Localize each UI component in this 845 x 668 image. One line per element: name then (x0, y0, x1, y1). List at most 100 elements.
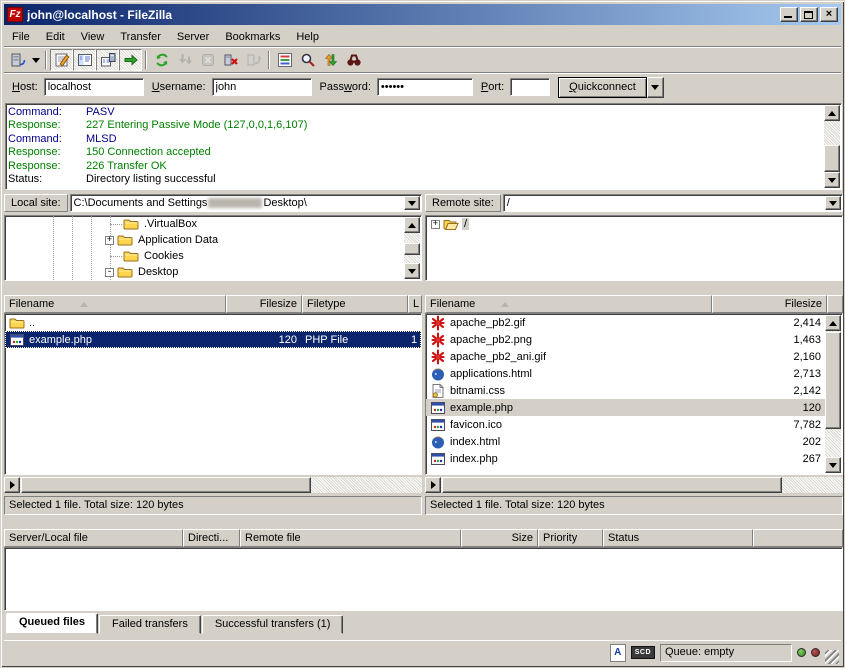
toggle-transfer-queue-button[interactable] (119, 49, 142, 71)
quickconnect-dropdown[interactable] (647, 77, 664, 98)
menu-help[interactable]: Help (288, 29, 327, 45)
file-row-example-php[interactable]: example.php 120 (426, 399, 825, 416)
tree-item-virtualbox[interactable]: .VirtualBox (5, 216, 421, 232)
disconnect-button[interactable] (219, 49, 242, 71)
collapse-icon[interactable]: - (105, 268, 114, 277)
tree-item-root[interactable]: + / (426, 216, 842, 232)
scroll-up-icon[interactable] (824, 105, 840, 121)
file-row-example-php[interactable]: example.php 120 PHP File 1 (5, 331, 421, 348)
queue-list-body[interactable] (4, 547, 843, 611)
toggle-message-log-button[interactable] (50, 49, 73, 71)
tab-successful-transfers[interactable]: Successful transfers (1) (202, 615, 344, 634)
quickconnect-bar: Host: Username: Password: Port: Quickcon… (4, 74, 841, 100)
file-row[interactable]: apache_pb2.gif 2,414 (426, 314, 825, 331)
menu-view[interactable]: View (73, 29, 113, 45)
quickconnect-button[interactable]: Quickconnect (558, 77, 647, 98)
column-header-filesize[interactable]: Filesize (712, 295, 827, 313)
column-header-filename[interactable]: Filename (425, 295, 712, 313)
local-site-combobox[interactable]: C:\Documents and SettingsDesktop\ (70, 194, 422, 212)
queue-column-direction[interactable]: Directi... (183, 529, 240, 547)
file-row[interactable]: apache_pb2_ani.gif 2,160 (426, 348, 825, 365)
scroll-right-icon[interactable] (4, 477, 20, 493)
file-row[interactable]: index.php 267 (426, 450, 825, 467)
local-path-prefix: C:\Documents and Settings (74, 197, 208, 209)
menu-server[interactable]: Server (169, 29, 217, 45)
host-input[interactable] (44, 78, 144, 96)
file-row[interactable]: apache_pb2.png 1,463 (426, 331, 825, 348)
scroll-up-icon[interactable] (825, 315, 841, 331)
scrollbar-thumb[interactable] (442, 477, 782, 493)
scrollbar-thumb[interactable] (404, 243, 420, 255)
file-row[interactable]: applications.html 2,713 (426, 365, 825, 382)
remote-site-combobox[interactable]: / (503, 194, 843, 212)
directory-comparison-button[interactable] (296, 49, 319, 71)
column-header-filesize[interactable]: Filesize (226, 295, 302, 313)
column-header-filetype[interactable]: Filetype (302, 295, 408, 313)
local-site-dropdown[interactable] (404, 196, 420, 210)
site-manager-button[interactable] (6, 49, 29, 71)
scrollbar-thumb[interactable] (824, 145, 840, 172)
cancel-operation-button[interactable] (196, 49, 219, 71)
filter-button[interactable] (273, 49, 296, 71)
queue-column-priority[interactable]: Priority (538, 529, 603, 547)
firefox-icon (430, 434, 446, 450)
scroll-right-icon[interactable] (425, 477, 441, 493)
log-scrollbar[interactable] (824, 105, 840, 188)
port-input[interactable] (510, 78, 550, 96)
toolbar-separator (145, 51, 147, 69)
resize-grip-icon[interactable] (825, 650, 839, 664)
close-button[interactable]: × (820, 7, 838, 22)
queue-column-server-local-file[interactable]: Server/Local file (4, 529, 183, 547)
toggle-local-tree-button[interactable] (73, 49, 96, 71)
log-line: Response:226 Transfer OK (8, 160, 823, 173)
expand-icon[interactable]: + (431, 220, 440, 229)
toggle-remote-tree-button[interactable] (96, 49, 119, 71)
file-row[interactable]: bitnami.css 2,142 (426, 382, 825, 399)
scroll-down-icon[interactable] (404, 263, 420, 279)
synchronized-browsing-button[interactable] (319, 49, 342, 71)
refresh-button[interactable] (150, 49, 173, 71)
find-files-button[interactable] (342, 49, 365, 71)
local-tree-scrollbar[interactable] (404, 217, 420, 279)
queue-column-status[interactable]: Status (603, 529, 753, 547)
minimize-icon (784, 16, 792, 18)
php-file-icon (430, 400, 446, 416)
tab-failed-transfers[interactable]: Failed transfers (99, 615, 201, 634)
file-row-parent-dir[interactable]: .. (5, 314, 421, 331)
maximize-button[interactable] (800, 7, 818, 22)
menu-file[interactable]: File (4, 29, 38, 45)
column-header-lastmodified[interactable]: L (408, 295, 422, 313)
file-row[interactable]: favicon.ico 7,782 (426, 416, 825, 433)
username-input[interactable] (212, 78, 312, 96)
expand-icon[interactable]: + (105, 236, 114, 245)
toolbar-separator (45, 51, 47, 69)
scroll-down-icon[interactable] (824, 172, 840, 188)
tree-item-application-data[interactable]: +Application Data (5, 232, 421, 248)
menu-edit[interactable]: Edit (38, 29, 73, 45)
queue-column-size[interactable]: Size (461, 529, 538, 547)
reconnect-button[interactable] (242, 49, 265, 71)
site-manager-dropdown[interactable] (29, 49, 42, 71)
remote-list-scrollbar[interactable] (825, 315, 841, 473)
file-row[interactable]: index.html 202 (426, 433, 825, 450)
scroll-down-icon[interactable] (825, 457, 841, 473)
column-header-filename[interactable]: Filename (4, 295, 226, 313)
title-bar[interactable]: Fz john@localhost - FileZilla × (4, 4, 841, 25)
process-queue-icon (177, 52, 193, 68)
menu-transfer[interactable]: Transfer (112, 29, 169, 45)
directory-comparison-icon (300, 52, 316, 68)
minimize-button[interactable] (780, 7, 798, 22)
tree-item-cookies[interactable]: Cookies (5, 248, 421, 264)
scroll-up-icon[interactable] (404, 217, 420, 233)
process-queue-button[interactable] (173, 49, 196, 71)
remote-hscrollbar[interactable] (425, 477, 843, 493)
menu-bookmarks[interactable]: Bookmarks (217, 29, 288, 45)
tree-item-desktop[interactable]: -Desktop (5, 264, 421, 280)
scrollbar-thumb[interactable] (21, 477, 311, 493)
remote-site-dropdown[interactable] (825, 196, 841, 210)
password-input[interactable] (377, 78, 473, 96)
queue-column-remote-file[interactable]: Remote file (240, 529, 461, 547)
local-hscrollbar[interactable] (4, 477, 422, 493)
scrollbar-thumb[interactable] (825, 332, 841, 429)
tab-queued-files[interactable]: Queued files (6, 613, 98, 634)
